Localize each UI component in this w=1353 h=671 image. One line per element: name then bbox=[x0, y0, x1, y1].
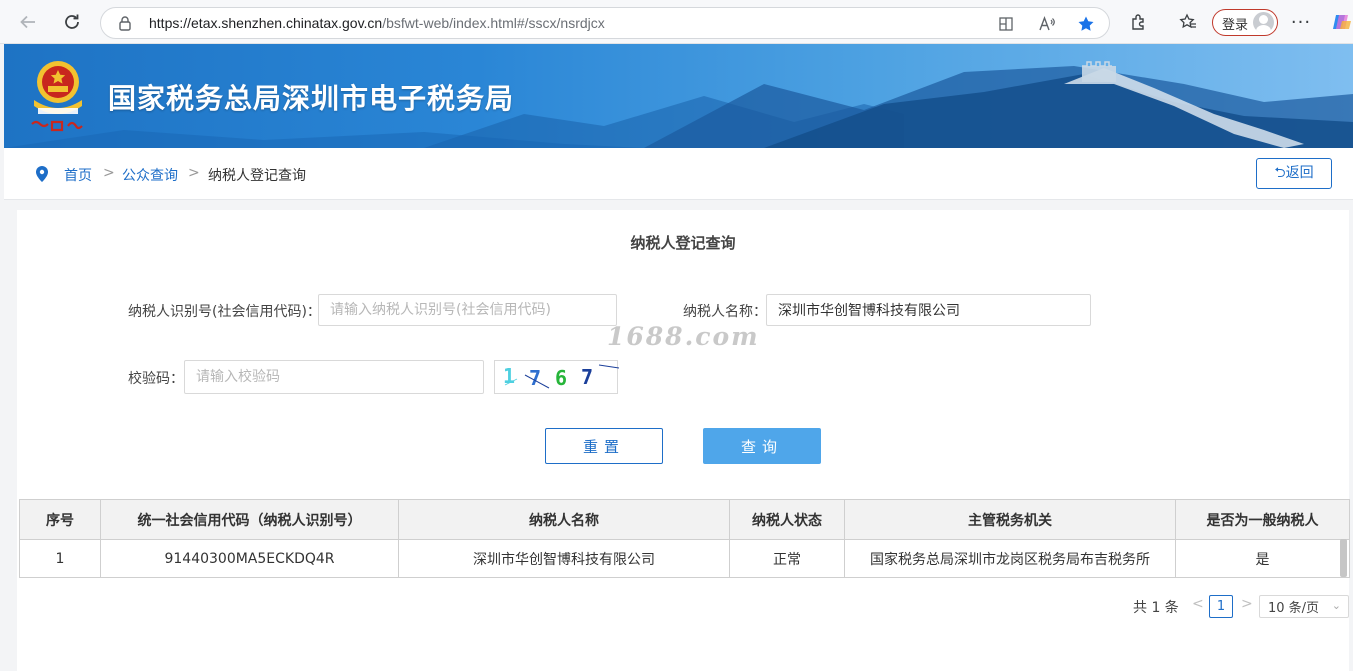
tax-emblem-logo bbox=[26, 56, 90, 140]
back-button[interactable]: ⮌返回 bbox=[1256, 158, 1332, 189]
col-header-status: 纳税人状态 bbox=[729, 499, 845, 540]
taxpayer-id-label: 纳税人识别号(社会信用代码)： bbox=[128, 304, 321, 320]
site-banner: 国家税务总局深圳市电子税务局 bbox=[4, 44, 1353, 148]
url-host: https://etax.shenzhen.chinatax.gov.cn bbox=[149, 15, 383, 31]
query-panel: 纳税人登记查询 纳税人识别号(社会信用代码)： 纳税人名称： 1688.com … bbox=[17, 210, 1350, 671]
pagination-total: 共 1 条 bbox=[1133, 600, 1179, 616]
breadcrumb-current: 纳税人登记查询 bbox=[208, 168, 306, 184]
captcha-char-1: 1 bbox=[503, 364, 515, 388]
page-title: 纳税人登记查询 bbox=[630, 234, 736, 252]
login-label: 登录 bbox=[1222, 18, 1249, 33]
location-pin-icon bbox=[34, 165, 50, 187]
read-aloud-icon[interactable] bbox=[1036, 14, 1058, 34]
pagination-page-1[interactable]: 1 bbox=[1209, 595, 1233, 618]
cell-status: 正常 bbox=[729, 539, 845, 578]
captcha-label: 校验码： bbox=[128, 371, 184, 387]
cell-credit-code: 91440300MA5ECKDQ4R bbox=[100, 539, 399, 578]
login-button[interactable]: 登录 bbox=[1212, 9, 1278, 36]
extensions-icon[interactable] bbox=[1128, 11, 1150, 33]
col-header-credit-code: 统一社会信用代码（纳税人识别号） bbox=[100, 499, 399, 540]
col-header-taxpayer-name: 纳税人名称 bbox=[398, 499, 730, 540]
cell-general-taxpayer: 是 bbox=[1175, 539, 1350, 578]
taxpayer-name-input[interactable] bbox=[766, 294, 1091, 326]
grid-icon[interactable] bbox=[995, 14, 1017, 34]
breadcrumb-public-query[interactable]: 公众查询 bbox=[122, 165, 178, 185]
avatar-icon bbox=[1253, 12, 1274, 33]
reset-button[interactable]: 重置 bbox=[545, 428, 663, 464]
refresh-icon[interactable] bbox=[60, 10, 84, 34]
back-arrow-icon[interactable] bbox=[16, 10, 40, 34]
favorite-star-icon[interactable] bbox=[1075, 14, 1097, 34]
site-title: 国家税务总局深圳市电子税务局 bbox=[108, 82, 515, 115]
address-bar[interactable]: https://etax.shenzhen.chinatax.gov.cn/bs… bbox=[100, 7, 1110, 39]
col-header-tax-authority: 主管税务机关 bbox=[844, 499, 1176, 540]
watermark: 1688.com bbox=[607, 322, 760, 351]
more-icon[interactable]: ··· bbox=[1290, 11, 1312, 33]
query-button[interactable]: 查询 bbox=[703, 428, 821, 464]
breadcrumb-home[interactable]: 首页 bbox=[64, 165, 92, 185]
page-size-value: 10 条/页 bbox=[1268, 601, 1320, 616]
captcha-char-4: 7 bbox=[581, 365, 593, 389]
table-scrollbar[interactable] bbox=[1340, 539, 1347, 577]
col-header-general-taxpayer: 是否为一般纳税人 bbox=[1175, 499, 1350, 540]
cell-index: 1 bbox=[19, 539, 101, 578]
taxpayer-id-input[interactable] bbox=[318, 294, 617, 326]
browser-toolbar: https://etax.shenzhen.chinatax.gov.cn/bs… bbox=[0, 0, 1353, 44]
table-row: 1 91440300MA5ECKDQ4R 深圳市华创智博科技有限公司 正常 国家… bbox=[19, 539, 1350, 578]
breadcrumb-separator: > bbox=[188, 165, 200, 181]
cell-tax-authority: 国家税务总局深圳市龙岗区税务局布吉税务所 bbox=[844, 539, 1176, 578]
lock-icon[interactable] bbox=[119, 16, 131, 35]
url-path: /bsfwt-web/index.html#/sscx/nsrdjcx bbox=[382, 15, 605, 31]
captcha-image[interactable]: 1 7 6 7 bbox=[494, 360, 620, 394]
table-header-row: 序号 统一社会信用代码（纳税人识别号） 纳税人名称 纳税人状态 主管税务机关 是… bbox=[19, 499, 1350, 540]
page-size-select[interactable]: 10 条/页 ⌄ bbox=[1259, 595, 1349, 618]
breadcrumb-separator: > bbox=[103, 165, 115, 181]
pagination-next[interactable]: > bbox=[1241, 596, 1253, 612]
captcha-input[interactable] bbox=[184, 360, 484, 394]
taxpayer-name-label: 纳税人名称： bbox=[683, 304, 767, 320]
chevron-down-icon: ⌄ bbox=[1331, 599, 1341, 612]
col-header-index: 序号 bbox=[19, 499, 101, 540]
breadcrumb: 首页 > 公众查询 > 纳税人登记查询 ⮌返回 bbox=[4, 148, 1353, 200]
pagination-prev[interactable]: < bbox=[1192, 596, 1204, 612]
captcha-char-3: 6 bbox=[555, 366, 567, 390]
cell-taxpayer-name: 深圳市华创智博科技有限公司 bbox=[398, 539, 730, 578]
results-table: 序号 统一社会信用代码（纳税人识别号） 纳税人名称 纳税人状态 主管税务机关 是… bbox=[19, 499, 1350, 578]
copilot-icon[interactable] bbox=[1331, 11, 1353, 33]
favorites-icon[interactable] bbox=[1177, 11, 1199, 33]
url-text[interactable]: https://etax.shenzhen.chinatax.gov.cn/bs… bbox=[149, 15, 605, 31]
